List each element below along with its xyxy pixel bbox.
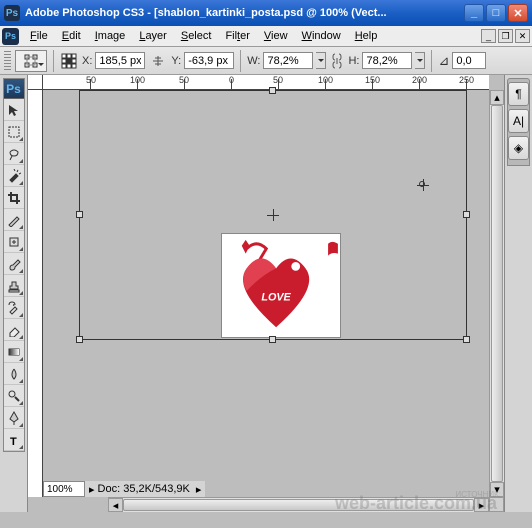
- ruler-tick-label: 200: [412, 75, 427, 85]
- brush-tool[interactable]: [4, 253, 24, 275]
- ruler-tick-label: 100: [130, 75, 145, 85]
- mdi-close-button[interactable]: ✕: [515, 29, 530, 43]
- ruler-tick-label: 250: [459, 75, 474, 85]
- vertical-ruler[interactable]: [28, 90, 43, 497]
- window-title: Adobe Photoshop CS3 - [shablon_kartinki_…: [25, 7, 460, 19]
- ruler-origin[interactable]: [28, 75, 43, 90]
- w-input[interactable]: [263, 52, 313, 69]
- layers-panel-icon[interactable]: ◈: [508, 136, 529, 160]
- menu-edit[interactable]: Edit: [55, 27, 88, 45]
- transform-icon: [24, 54, 38, 68]
- y-input[interactable]: [184, 52, 234, 69]
- menu-bar: Ps File Edit Image Layer Select Filter V…: [0, 26, 532, 47]
- transform-handle-left[interactable]: [76, 211, 83, 218]
- menu-filter[interactable]: Filter: [218, 27, 256, 45]
- slice-tool[interactable]: [4, 209, 24, 231]
- ref-point-selector[interactable]: [60, 52, 78, 70]
- menu-image[interactable]: Image: [88, 27, 133, 45]
- ruler-tick-label: 100: [318, 75, 333, 85]
- lasso-tool[interactable]: [4, 143, 24, 165]
- doc-info[interactable]: ▸Doc: 35,2K/543,9K▸: [85, 481, 205, 497]
- rotation-input[interactable]: [452, 52, 486, 69]
- transform-handle-bottom-left[interactable]: [76, 336, 83, 343]
- dodge-tool[interactable]: [4, 385, 24, 407]
- horizontal-ruler[interactable]: 50 100 50 0 50 100 150 200 250: [43, 75, 489, 90]
- spot-heal-tool[interactable]: [4, 231, 24, 253]
- menu-file[interactable]: File: [23, 27, 55, 45]
- transform-handle-top[interactable]: [269, 87, 276, 94]
- ps-icon: Ps: [2, 28, 19, 45]
- menu-help[interactable]: Help: [348, 27, 385, 45]
- app-logo-icon: Ps: [4, 5, 20, 21]
- canvas[interactable]: LOVE: [43, 90, 489, 497]
- tool-column: Ps T: [0, 75, 28, 512]
- transform-bounding-box[interactable]: [79, 90, 467, 340]
- eraser-tool[interactable]: [4, 319, 24, 341]
- ruler-tick-label: 50: [179, 75, 189, 85]
- tool-strip: Ps T: [3, 78, 25, 452]
- ruler-tick-label: 150: [365, 75, 380, 85]
- transform-pivot-icon[interactable]: [417, 179, 429, 191]
- h-label: H:: [348, 55, 359, 67]
- window-maximize-button[interactable]: □: [486, 4, 506, 22]
- transform-handle-right[interactable]: [463, 211, 470, 218]
- ruler-tick-label: 50: [273, 75, 283, 85]
- ruler-tick-label: 0: [229, 75, 234, 85]
- dock-well[interactable]: ¶ A| ◈: [507, 78, 530, 166]
- gradient-tool[interactable]: [4, 341, 24, 363]
- ruler-tick-label: 50: [86, 75, 96, 85]
- w-dropdown[interactable]: [316, 52, 326, 69]
- x-input[interactable]: [95, 52, 145, 69]
- window-minimize-button[interactable]: _: [464, 4, 484, 22]
- history-brush-tool[interactable]: [4, 297, 24, 319]
- window-titlebar: Ps Adobe Photoshop CS3 - [shablon_kartin…: [0, 0, 532, 26]
- transform-center-icon: [267, 209, 279, 221]
- h-input[interactable]: [362, 52, 412, 69]
- vertical-scrollbar[interactable]: ▴ ▾: [489, 90, 504, 497]
- svg-text:T: T: [10, 436, 17, 447]
- vscroll-thumb[interactable]: [491, 105, 503, 482]
- main-area: Ps T 50 100 50 0 50 100: [0, 75, 532, 512]
- crop-tool[interactable]: [4, 187, 24, 209]
- w-label: W:: [247, 55, 260, 67]
- y-label: Y:: [171, 55, 181, 67]
- options-grip[interactable]: [4, 51, 11, 71]
- relative-pos-icon[interactable]: [149, 52, 167, 70]
- mdi-restore-button[interactable]: ❐: [498, 29, 513, 43]
- marquee-tool[interactable]: [4, 121, 24, 143]
- rotation-label: ⊿: [438, 53, 449, 69]
- toolbox-header-icon[interactable]: Ps: [4, 79, 24, 99]
- move-tool[interactable]: [4, 99, 24, 121]
- menu-layer[interactable]: Layer: [132, 27, 174, 45]
- pen-tool[interactable]: [4, 407, 24, 429]
- menu-view[interactable]: View: [257, 27, 295, 45]
- transform-handle-bottom[interactable]: [269, 336, 276, 343]
- aspect-link-button[interactable]: [330, 52, 344, 70]
- scroll-up-button[interactable]: ▴: [490, 90, 504, 105]
- h-dropdown[interactable]: [415, 52, 425, 69]
- status-bar: 100% ▸Doc: 35,2K/543,9K▸: [43, 481, 303, 497]
- x-label: X:: [82, 55, 92, 67]
- window-close-button[interactable]: ✕: [508, 4, 528, 22]
- paragraph-panel-icon[interactable]: ¶: [508, 82, 529, 106]
- options-bar: X: Y: W: H: ⊿: [0, 47, 532, 75]
- tool-preset-picker[interactable]: [15, 50, 47, 72]
- stamp-tool[interactable]: [4, 275, 24, 297]
- document-area: 50 100 50 0 50 100 150 200 250: [28, 75, 504, 512]
- transform-handle-bottom-right[interactable]: [463, 336, 470, 343]
- type-tool[interactable]: T: [4, 429, 24, 451]
- character-panel-icon[interactable]: A|: [508, 109, 529, 133]
- menu-window[interactable]: Window: [295, 27, 348, 45]
- scroll-left-button[interactable]: ◂: [108, 498, 123, 512]
- mdi-minimize-button[interactable]: _: [481, 29, 496, 43]
- menu-select[interactable]: Select: [174, 27, 219, 45]
- zoom-field[interactable]: 100%: [43, 481, 85, 497]
- right-dock: ¶ A| ◈: [504, 75, 532, 512]
- watermark-text: web-article.com.ua: [335, 493, 497, 514]
- blur-tool[interactable]: [4, 363, 24, 385]
- wand-tool[interactable]: [4, 165, 24, 187]
